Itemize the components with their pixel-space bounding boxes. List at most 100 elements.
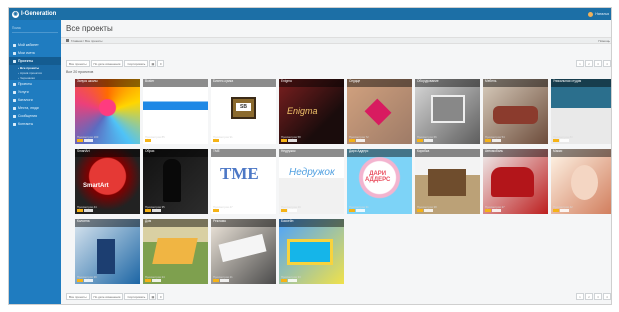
page-1-button[interactable]: 1 — [576, 60, 584, 67]
project-card[interactable]: ДАРИ АДДЕРС Дари Аддерс Просмотров 31 — [347, 149, 412, 214]
page-4-button-bottom[interactable]: 4 — [603, 293, 611, 300]
sidebar-item-6[interactable]: Места, люди — [9, 104, 61, 112]
breadcrumb-home[interactable]: Главная — [71, 39, 82, 43]
project-card[interactable]: Колонна Просмотров 39 — [75, 219, 140, 284]
views-badge — [84, 279, 93, 282]
card-icon — [13, 51, 16, 55]
project-card[interactable]: Недружок Недружок Просмотров 29 — [279, 149, 344, 214]
project-title: Маски — [551, 149, 611, 157]
breadcrumb: Главная / Все проекты Помощь — [61, 37, 611, 44]
filter-all-button-bottom[interactable]: Все проекты — [66, 293, 90, 300]
user-menu[interactable]: Наталья — [588, 10, 609, 18]
sidebar-search-placeholder: Поиск — [12, 25, 21, 30]
page-2-button[interactable]: 2 — [585, 60, 593, 67]
breadcrumb-current: Все проекты — [84, 38, 103, 43]
advert-image — [218, 233, 267, 263]
project-count: Все 20 проектов — [66, 70, 94, 74]
project-card[interactable]: Сердце Просмотров 72 — [347, 79, 412, 144]
chevron-right-icon: › — [18, 75, 19, 80]
page-2-button-bottom[interactable]: 2 — [585, 293, 593, 300]
house-image — [152, 238, 198, 264]
folder-icon — [13, 59, 16, 63]
grid-view-icon[interactable]: ▦ — [149, 293, 157, 300]
project-card[interactable]: Бассейн Просмотров 33 — [279, 219, 344, 284]
bottom-toolbar: Все проекты По дате изменения Сортироват… — [66, 293, 165, 300]
page-1-button-bottom[interactable]: 1 — [576, 293, 584, 300]
sidebar-item-label: Проекты — [18, 59, 34, 63]
page-3-button-bottom[interactable]: 3 — [594, 293, 602, 300]
project-title: Реклама — [211, 219, 276, 227]
page-3-button[interactable]: 3 — [594, 60, 602, 67]
project-card[interactable]: Уникальная студия Просмотров 80 — [551, 79, 611, 144]
sort-button-bottom[interactable]: Сортировать — [124, 293, 149, 300]
logo-icon: ◉ — [12, 10, 19, 18]
sidebar: Поиск Мой кабинет Мои счета Проекты › Все пр… — [9, 20, 61, 304]
list-view-icon[interactable]: ≡ — [157, 60, 165, 67]
sidebar-item-7[interactable]: Сообщения — [9, 112, 61, 120]
sidebar-item-label: Контакты — [18, 122, 34, 126]
page-title: Все проекты — [66, 24, 113, 33]
sidebar-item-label: Сообщения — [18, 114, 37, 118]
app-logo[interactable]: ◉ I-Generation — [12, 10, 56, 18]
sort-date-button[interactable]: По дате изменения — [90, 60, 124, 67]
filter-all-button[interactable]: Все проекты — [66, 60, 90, 67]
home-icon[interactable] — [66, 39, 69, 42]
project-card[interactable]: Оборудование Просмотров 66 — [415, 79, 480, 144]
sort-button[interactable]: Сортировать — [124, 60, 149, 67]
status-badge — [417, 209, 423, 212]
help-link[interactable]: Помощь — [598, 39, 610, 43]
sidebar-item-5[interactable]: Каталоги — [9, 96, 61, 104]
views-badge — [152, 209, 161, 212]
views-badge — [492, 139, 501, 142]
project-title: Buster — [143, 79, 208, 87]
sidebar-item-3[interactable]: Проекты — [9, 80, 61, 88]
user-name: Наталья — [595, 12, 609, 16]
project-card[interactable]: Дом Просмотров 24 — [143, 219, 208, 284]
project-title: Enigma — [279, 79, 344, 87]
sidebar-subitem-label: Черновики — [20, 75, 35, 80]
message-icon — [13, 114, 16, 118]
project-card[interactable]: SmartArt SmartArt Просмотров 44 — [75, 149, 140, 214]
avatar — [588, 11, 594, 17]
project-title: Коробка — [415, 149, 480, 157]
project-title: Уникальная студия — [551, 79, 611, 87]
sidebar-item-4[interactable]: Услуги — [9, 88, 61, 96]
grid-view-icon[interactable]: ▦ — [149, 60, 157, 67]
heart-icon — [364, 98, 392, 126]
sidebar-item-0[interactable]: Мой кабинет — [9, 41, 61, 49]
views-badge — [84, 139, 93, 142]
page-4-button[interactable]: 4 — [603, 60, 611, 67]
project-card[interactable]: Маски Просмотров 42 — [551, 149, 611, 214]
sidebar-item-8[interactable]: Контакты — [9, 120, 61, 128]
project-card[interactable]: Мебель Просмотров 54 — [483, 79, 548, 144]
mask-image — [571, 165, 598, 200]
service-icon — [13, 90, 16, 94]
project-card[interactable]: Реклама Просмотров 21 — [211, 219, 276, 284]
project-card[interactable]: SB Бизнес-сумка Просмотров 91 — [211, 79, 276, 144]
sort-date-button-bottom[interactable]: По дате изменения — [90, 293, 124, 300]
views-badge — [220, 139, 229, 142]
sidebar-search[interactable]: Поиск — [12, 23, 58, 33]
status-badge — [281, 279, 287, 282]
project-card[interactable]: Коробка Просмотров 38 — [415, 149, 480, 214]
status-badge — [281, 209, 287, 212]
sidebar-item-1[interactable]: Мои счета — [9, 49, 61, 57]
status-badge — [145, 209, 151, 212]
views-badge — [220, 209, 229, 212]
app-name: I-Generation — [21, 11, 57, 17]
sidebar-item-label: Услуги — [18, 90, 29, 94]
status-badge — [349, 139, 355, 142]
project-card[interactable]: Buster Buster Просмотров 85 — [143, 79, 208, 144]
project-card[interactable]: TME TME Просмотров 47 — [211, 149, 276, 214]
project-card[interactable]: Enigma Enigma Просмотров 58 — [279, 79, 344, 144]
views-badge — [288, 139, 297, 142]
project-card[interactable]: Автомобиль Просмотров 27 — [483, 149, 548, 214]
sidebar-item-2[interactable]: Проекты — [9, 57, 61, 65]
project-card[interactable]: Образ Просмотров 35 — [143, 149, 208, 214]
project-title: Дом — [143, 219, 208, 227]
views-badge — [288, 279, 297, 282]
list-view-icon[interactable]: ≡ — [157, 293, 165, 300]
views-badge — [356, 209, 365, 212]
project-card[interactable]: Запуск школы Просмотров 100 — [75, 79, 140, 144]
project-title: Сердце — [347, 79, 412, 87]
